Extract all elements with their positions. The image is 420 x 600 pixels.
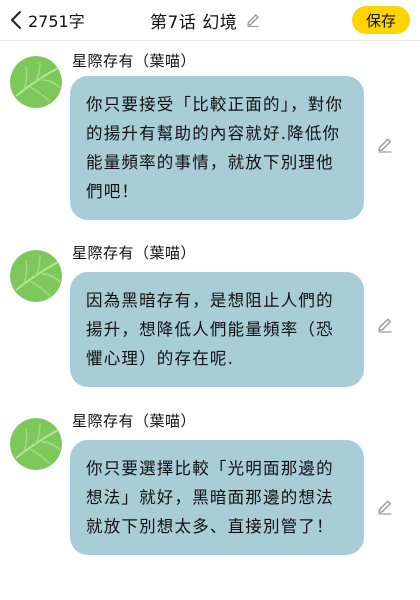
chapter-title: 第7话 幻境 <box>150 12 238 33</box>
sender-name: 星際存有（葉喵） <box>72 412 197 430</box>
chapter-title-area[interactable]: 第7话 幻境 <box>150 6 261 34</box>
back-button[interactable]: 2751字 <box>8 6 85 34</box>
pencil-icon[interactable] <box>376 316 394 334</box>
avatar[interactable] <box>10 418 62 470</box>
pencil-icon[interactable] <box>245 12 261 28</box>
message-text: 你只要接受「比較正面的」，對你的揚升有幫助的內容就好.降低你能量頻率的事情，就放… <box>86 95 344 201</box>
word-count: 2751字 <box>28 12 85 31</box>
message-bubble: 你只要接受「比較正面的」，對你的揚升有幫助的內容就好.降低你能量頻率的事情，就放… <box>70 76 364 220</box>
save-button[interactable]: 保存 <box>352 6 410 34</box>
message-bubble: 因為黑暗存有，是想阻止人們的揚升，想降低人們能量頻率（恐懼心理）的存在呢. <box>70 272 364 387</box>
sender-name: 星際存有（葉喵） <box>72 52 197 70</box>
leaf-avatar-icon <box>10 418 62 470</box>
leaf-avatar-icon <box>10 56 62 108</box>
pencil-icon[interactable] <box>376 136 394 154</box>
message-text: 因為黑暗存有，是想阻止人們的揚升，想降低人們能量頻率（恐懼心理）的存在呢. <box>86 291 334 368</box>
avatar[interactable] <box>10 56 62 108</box>
avatar[interactable] <box>10 250 62 302</box>
message-text: 你只要選擇比較「光明面那邊的想法」就好，黑暗面那邊的想法就放下別想太多、直接別管… <box>86 459 334 536</box>
chevron-left-icon <box>11 11 21 29</box>
sender-name: 星際存有（葉喵） <box>72 244 197 262</box>
message-bubble: 你只要選擇比較「光明面那邊的想法」就好，黑暗面那邊的想法就放下別想太多、直接別管… <box>70 440 364 555</box>
leaf-avatar-icon <box>10 250 62 302</box>
top-bar: 2751字 第7话 幻境 保存 <box>0 0 420 41</box>
pencil-icon[interactable] <box>376 498 394 516</box>
